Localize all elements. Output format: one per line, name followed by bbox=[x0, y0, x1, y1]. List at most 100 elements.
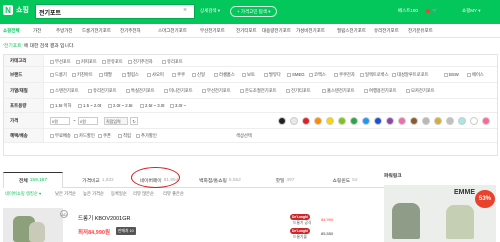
color-swatch[interactable] bbox=[398, 117, 406, 125]
color-swatch[interactable] bbox=[470, 117, 478, 125]
checkbox[interactable] bbox=[98, 133, 102, 138]
checkbox[interactable] bbox=[122, 72, 126, 77]
checkbox[interactable] bbox=[392, 72, 396, 77]
filter-option[interactable]: 무선전기포트 bbox=[202, 88, 231, 94]
best100-link[interactable]: 베스트100 bbox=[398, 8, 418, 14]
tab-1[interactable]: 전체 159,167 bbox=[3, 172, 63, 188]
filter-option[interactable]: 커피포트 bbox=[76, 59, 97, 65]
filter-option[interactable]: 유리포트 bbox=[162, 59, 183, 65]
checkbox[interactable] bbox=[202, 88, 206, 93]
checkbox[interactable] bbox=[444, 72, 448, 77]
filter-option[interactable]: 에이스 bbox=[467, 72, 484, 78]
nav-item[interactable]: 드롱기전기포트 bbox=[82, 28, 111, 34]
sort-option[interactable]: 등록일순 bbox=[111, 191, 127, 197]
checkbox[interactable] bbox=[72, 72, 76, 77]
my-shopping-link[interactable]: 쇼핑MY ▾ bbox=[462, 8, 480, 14]
color-swatch[interactable] bbox=[410, 117, 418, 125]
checkbox[interactable] bbox=[287, 72, 291, 77]
checkbox[interactable] bbox=[242, 72, 246, 77]
filter-option[interactable]: 드롱기 bbox=[50, 72, 67, 78]
tab-2[interactable]: 가격비교 1,832 bbox=[63, 172, 133, 188]
filter-option[interactable]: 일렉트로룩스 bbox=[360, 72, 389, 78]
filter-option[interactable]: 샤오미 bbox=[147, 72, 164, 78]
nav-item[interactable]: 전기분유포트 bbox=[408, 28, 433, 34]
product-image[interactable] bbox=[3, 208, 63, 242]
color-swatch[interactable] bbox=[350, 117, 358, 125]
checkbox[interactable] bbox=[50, 59, 54, 64]
filter-option[interactable]: BSW bbox=[444, 72, 459, 77]
checkbox[interactable] bbox=[50, 88, 54, 93]
price-min-input[interactable]: 0원 bbox=[50, 117, 70, 125]
checkbox[interactable] bbox=[172, 72, 176, 77]
nav-item[interactable]: 전기티포트 bbox=[236, 28, 257, 34]
checkbox[interactable] bbox=[50, 72, 54, 77]
checkbox[interactable] bbox=[192, 72, 196, 77]
checkbox[interactable] bbox=[309, 72, 313, 77]
price-direct-button[interactable]: 직접입력 bbox=[104, 117, 128, 125]
checkbox[interactable] bbox=[128, 59, 132, 64]
filter-option[interactable]: 미니전기포트 bbox=[164, 88, 193, 94]
checkbox[interactable] bbox=[50, 103, 54, 108]
filter-option[interactable]: 키친아트 bbox=[72, 72, 93, 78]
filter-option[interactable]: 전기주전자 bbox=[128, 59, 153, 65]
checkbox[interactable] bbox=[147, 72, 151, 77]
filter-option[interactable]: 신일 bbox=[192, 72, 205, 78]
checkbox[interactable] bbox=[406, 88, 410, 93]
nav-item[interactable]: 필립스전기포트 bbox=[337, 28, 366, 34]
checkbox[interactable] bbox=[99, 72, 103, 77]
checkbox[interactable] bbox=[164, 88, 168, 93]
sort-option[interactable]: 리뷰 좋은순 bbox=[163, 191, 184, 197]
nav-item[interactable]: 무선전기포트 bbox=[200, 28, 225, 34]
color-swatch[interactable] bbox=[434, 117, 442, 125]
filter-option[interactable]: 무료배송 bbox=[50, 133, 71, 139]
nav-item[interactable]: 유리전기포트 bbox=[374, 28, 399, 34]
sort-option[interactable]: 네이버쇼핑 랭킹순 ▾ bbox=[5, 191, 41, 197]
checkbox[interactable] bbox=[78, 103, 82, 108]
search-input[interactable] bbox=[39, 6, 139, 18]
filter-option[interactable]: 쿠쿠전자 bbox=[334, 72, 355, 78]
nav-item[interactable]: 가성비전기포트 bbox=[296, 28, 325, 34]
filter-option[interactable]: 필립스 bbox=[122, 72, 139, 78]
filter-option[interactable]: SMEG bbox=[287, 72, 305, 77]
checkbox[interactable] bbox=[140, 103, 144, 108]
color-swatch[interactable] bbox=[386, 117, 394, 125]
checkbox[interactable] bbox=[108, 103, 112, 108]
filter-option[interactable]: 보토 bbox=[242, 72, 255, 78]
filter-option[interactable]: 적립 bbox=[118, 133, 131, 139]
tab-6[interactable]: 쇼핑윈도 52 bbox=[315, 172, 375, 188]
filter-option[interactable]: 대성알루트로포트 bbox=[392, 72, 429, 78]
filter-option[interactable]: 1.5ℓ 이하 bbox=[50, 103, 71, 109]
filter-option[interactable]: 쿠폰 bbox=[98, 133, 111, 139]
color-swatch[interactable] bbox=[278, 117, 286, 125]
filter-option[interactable]: 특실전기포트 bbox=[126, 88, 155, 94]
clear-icon[interactable]: × bbox=[183, 7, 187, 14]
color-swatch[interactable] bbox=[362, 117, 370, 125]
filter-option[interactable]: 2.0ℓ ~ 2.5ℓ bbox=[108, 103, 133, 108]
color-swatch[interactable] bbox=[338, 117, 346, 125]
price-max-input[interactable]: 0원 bbox=[78, 117, 98, 125]
nav-item[interactable]: 가전 bbox=[33, 28, 41, 34]
checkbox[interactable] bbox=[102, 59, 106, 64]
checkbox[interactable] bbox=[364, 88, 368, 93]
checkbox[interactable] bbox=[214, 72, 218, 77]
checkbox[interactable] bbox=[88, 88, 92, 93]
nav-item[interactable]: 전기주전자 bbox=[120, 28, 141, 34]
filter-option[interactable]: 스텐전기포트 bbox=[50, 88, 79, 94]
color-swatch[interactable] bbox=[314, 117, 322, 125]
product-title[interactable]: 드롱기 KBOV2001GR bbox=[78, 214, 130, 222]
seller-compare-button[interactable]: 판매처 10 bbox=[116, 227, 136, 235]
filter-option[interactable]: 코멕스 bbox=[309, 72, 326, 78]
color-swatch[interactable] bbox=[422, 117, 430, 125]
color-swatch[interactable] bbox=[290, 117, 298, 125]
checkbox[interactable] bbox=[162, 59, 166, 64]
filter-option[interactable]: 온도조절전기포트 bbox=[240, 88, 277, 94]
color-swatch[interactable] bbox=[446, 117, 454, 125]
ai-explore-button[interactable]: + 가격고민 탐색 ▾ bbox=[230, 6, 278, 17]
detail-search-dropdown[interactable]: 상세검색 ▾ bbox=[200, 8, 220, 14]
filter-option[interactable]: 분유포트 bbox=[102, 59, 123, 65]
color-swatch[interactable] bbox=[374, 117, 382, 125]
filter-option[interactable]: 카드할인 bbox=[74, 133, 95, 139]
sort-option[interactable]: 낮은 가격순 bbox=[55, 191, 76, 197]
filter-option[interactable]: 홈스탠전기포트 bbox=[322, 88, 355, 94]
checkbox[interactable] bbox=[50, 133, 54, 138]
